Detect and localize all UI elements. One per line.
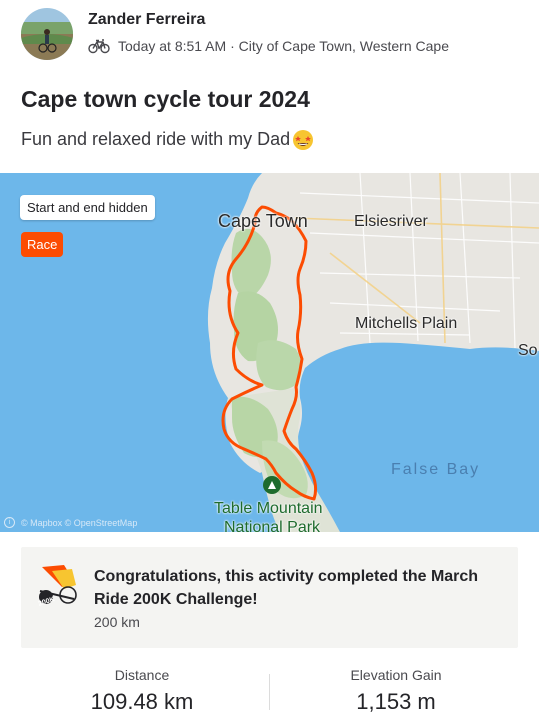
map-label-national-park: National Park (224, 519, 321, 532)
challenge-card[interactable]: 200K Congratulations, this activity comp… (21, 547, 518, 648)
map-label-so: So (518, 342, 538, 359)
star-struck-emoji-icon (293, 130, 314, 150)
map-label-mitchells-plain: Mitchells Plain (355, 315, 458, 332)
stats-divider (269, 674, 270, 710)
activity-title[interactable]: Cape town cycle tour 2024 (21, 86, 310, 113)
route-map[interactable]: Start and end hidden Race Cape Town Elsi… (0, 173, 539, 532)
activity-stats: Distance 109.48 km Elevation Gain 1,153 … (0, 660, 539, 720)
info-icon[interactable]: i (4, 517, 15, 528)
map-attribution-text: © Mapbox © OpenStreetMap (21, 517, 138, 528)
challenge-distance: 200 km (94, 614, 140, 630)
activity-meta-text: Today at 8:51 AM · City of Cape Town, We… (118, 38, 449, 54)
activity-description-text: Fun and relaxed ride with my Dad (21, 128, 291, 149)
activity-header: Zander Ferreira Today at 8:51 AM · City … (0, 0, 539, 72)
avatar[interactable] (21, 8, 73, 60)
athlete-name[interactable]: Zander Ferreira (88, 11, 205, 29)
stat-distance-label: Distance (114, 667, 170, 683)
stat-elevation-label: Elevation Gain (350, 667, 442, 683)
avatar-image (21, 8, 73, 60)
challenge-message: Congratulations, this activity completed… (94, 568, 479, 608)
map-label-elsiesriver: Elsiesriver (354, 213, 428, 230)
stat-distance: Distance 109.48 km (42, 660, 242, 715)
bike-icon (88, 39, 110, 54)
map-label-cape-town: Cape Town (218, 211, 308, 231)
start-end-hidden-label: Start and end hidden (20, 195, 155, 220)
stat-distance-value: 109.48 km (90, 689, 194, 714)
challenge-badge-icon: 200K (38, 565, 77, 607)
activity-meta: Today at 8:51 AM · City of Cape Town, We… (88, 38, 449, 54)
map-attribution[interactable]: i © Mapbox © OpenStreetMap (4, 517, 137, 528)
race-tag[interactable]: Race (21, 232, 64, 257)
stat-elevation: Elevation Gain 1,153 m (296, 660, 496, 715)
stat-elevation-value: 1,153 m (356, 689, 436, 714)
activity-description: Fun and relaxed ride with my Dad (21, 127, 315, 151)
map-label-table-mountain: Table Mountain (214, 500, 323, 517)
map-label-false-bay: False Bay (391, 461, 481, 478)
